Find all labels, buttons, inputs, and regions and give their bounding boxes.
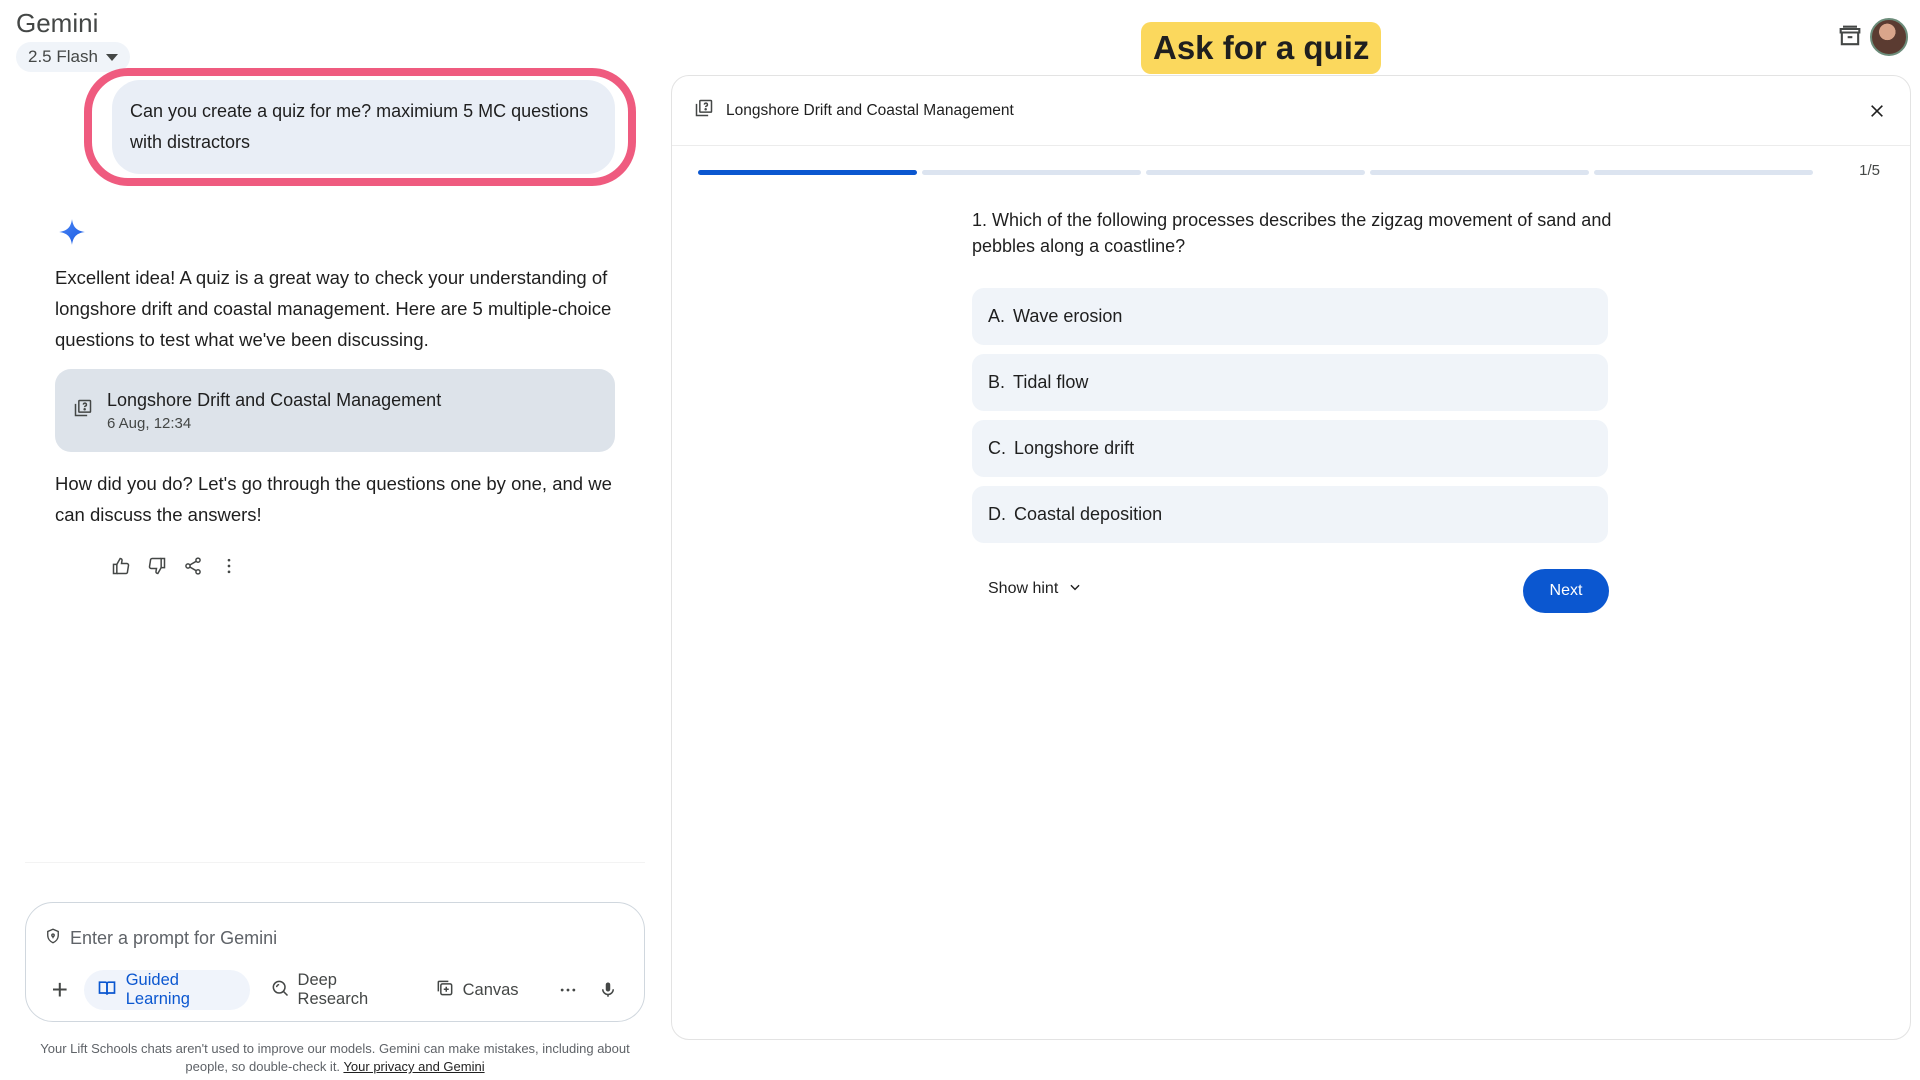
feedback-actions <box>110 555 240 577</box>
overlay-caption: Ask for a quiz <box>1141 22 1382 74</box>
thumbs-down-icon[interactable] <box>146 555 168 577</box>
option-text: Tidal flow <box>1013 372 1089 392</box>
plus-icon[interactable]: + <box>44 973 76 1007</box>
quiz-option-a[interactable]: A. Wave erosion <box>972 288 1608 345</box>
option-text: Wave erosion <box>1013 306 1123 326</box>
quiz-card-title: Longshore Drift and Coastal Management <box>107 389 442 410</box>
more-horiz-icon[interactable] <box>553 973 585 1007</box>
show-hint-label: Show hint <box>988 580 1059 597</box>
progress-segment <box>922 169 1141 175</box>
deep-research-icon <box>270 978 290 1003</box>
quiz-question: 1. Which of the following processes desc… <box>972 210 1612 256</box>
avatar[interactable] <box>1870 18 1908 56</box>
prompt-input[interactable] <box>70 927 590 949</box>
more-vert-icon[interactable] <box>218 555 240 577</box>
model-picker[interactable]: 2.5 Flash <box>16 42 130 72</box>
quiz-option-c[interactable]: C. Longshore drift <box>972 420 1608 477</box>
archive-icon[interactable] <box>1836 22 1864 50</box>
quiz-progress-label: 1/5 <box>1859 162 1880 179</box>
quiz-option-b[interactable]: B. Tidal flow <box>972 354 1608 411</box>
guided-learning-label: Guided Learning <box>125 971 190 1008</box>
app-title: Gemini <box>16 8 99 38</box>
progress-segment <box>698 169 917 175</box>
quiz-icon <box>73 398 93 423</box>
prompt-input-row <box>44 926 604 950</box>
progress-segment <box>1146 169 1365 175</box>
canvas-icon <box>435 978 455 1003</box>
share-icon[interactable] <box>182 555 204 577</box>
option-letter: D. <box>988 504 1006 524</box>
guided-learning-button[interactable]: Guided Learning <box>83 970 250 1010</box>
caret-down-icon <box>105 53 118 61</box>
quiz-progress-bar <box>698 166 1888 178</box>
prompt-tools: + Guided Learning Deep Research Canvas <box>44 970 624 1010</box>
divider <box>25 862 645 863</box>
footer-note-text: Your Lift Schools chats aren't used to i… <box>40 1041 630 1074</box>
quiz-panel-title: Longshore Drift and Coastal Management <box>726 101 1014 119</box>
option-letter: C. <box>988 438 1006 458</box>
thumbs-up-icon[interactable] <box>110 555 132 577</box>
footer-note: Your Lift Schools chats aren't used to i… <box>20 1040 650 1076</box>
close-icon[interactable] <box>1864 98 1890 124</box>
mic-icon[interactable] <box>592 973 624 1007</box>
quiz-card-date: 6 Aug, 12:34 <box>107 414 192 432</box>
chevron-down-icon <box>1068 580 1082 599</box>
next-button[interactable]: Next <box>1523 569 1609 613</box>
quiz-panel: Longshore Drift and Coastal Management 1… <box>671 75 1911 1040</box>
option-letter: B. <box>988 372 1006 392</box>
progress-segment <box>1370 169 1589 175</box>
quiz-option-d[interactable]: D. Coastal deposition <box>972 486 1608 543</box>
model-label: 2.5 Flash <box>28 47 98 66</box>
shield-icon <box>44 926 62 951</box>
canvas-button[interactable]: Canvas <box>423 970 531 1010</box>
canvas-label: Canvas <box>462 980 519 999</box>
user-message: Can you create a quiz for me? maximium 5… <box>112 80 615 174</box>
show-hint-button[interactable]: Show hint <box>972 569 1098 609</box>
privacy-link[interactable]: Your privacy and Gemini <box>343 1059 484 1074</box>
quiz-panel-header: Longshore Drift and Coastal Management <box>672 76 1910 146</box>
sparkle-icon <box>58 218 86 246</box>
option-letter: A. <box>988 306 1006 326</box>
guided-learning-icon <box>96 978 118 1003</box>
progress-segment <box>1594 169 1813 175</box>
deep-research-button[interactable]: Deep Research <box>258 970 415 1010</box>
quiz-icon <box>694 98 714 123</box>
quiz-card[interactable]: Longshore Drift and Coastal Management 6… <box>55 369 615 452</box>
option-text: Coastal deposition <box>1014 504 1163 524</box>
option-text: Longshore drift <box>1014 438 1135 458</box>
deep-research-label: Deep Research <box>297 971 369 1008</box>
response-followup: How did you do? Let's go through the que… <box>55 473 612 525</box>
response-intro: Excellent idea! A quiz is a great way to… <box>55 267 612 350</box>
